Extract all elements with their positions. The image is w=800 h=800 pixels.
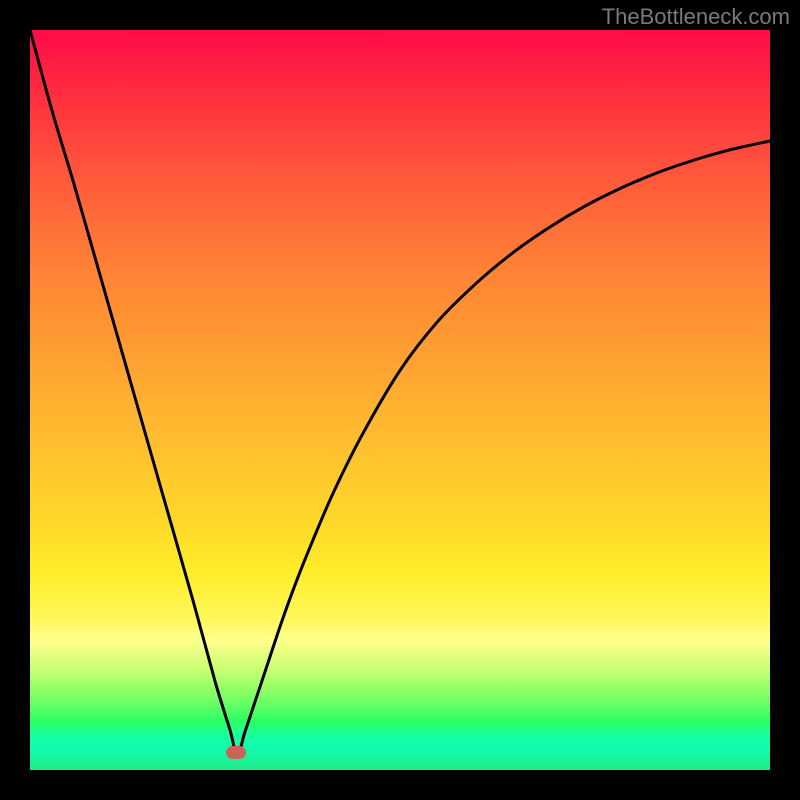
watermark-text: TheBottleneck.com xyxy=(602,4,790,30)
bottleneck-curve xyxy=(30,30,770,755)
chart-frame: TheBottleneck.com xyxy=(0,0,800,800)
curve-layer xyxy=(30,30,770,770)
minimum-marker xyxy=(226,746,246,759)
